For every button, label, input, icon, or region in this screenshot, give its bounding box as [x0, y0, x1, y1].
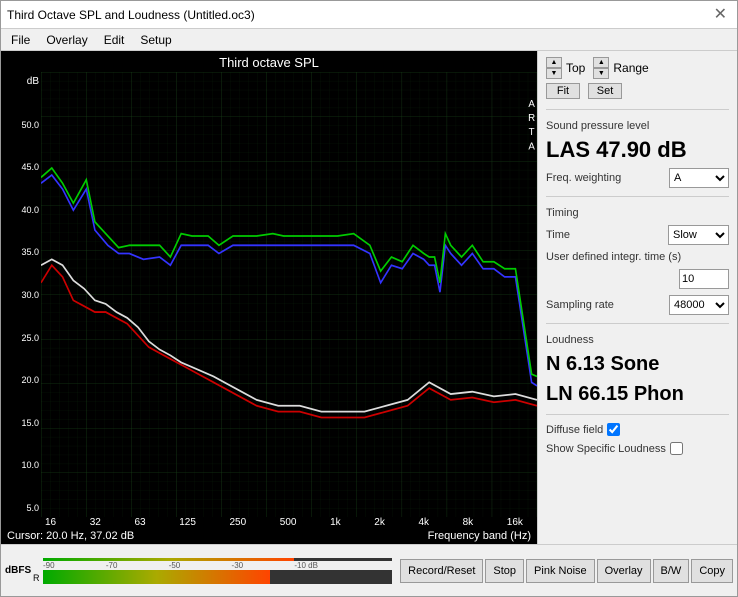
- r-meter: [43, 570, 392, 584]
- r-label: R: [33, 573, 43, 583]
- dbfs-section: dBFS L -90 -70 -50 -30 -10 dB: [1, 558, 396, 584]
- bottom-bar: dBFS L -90 -70 -50 -30 -10 dB: [1, 544, 737, 596]
- l-meter: [43, 558, 392, 562]
- time-label: Time: [546, 229, 570, 241]
- right-panel: ▲ ▼ Top ▲ ▼ Range Fit Set: [537, 51, 737, 544]
- top-up-btn[interactable]: ▲: [546, 57, 562, 68]
- overlay-button[interactable]: Overlay: [597, 559, 651, 583]
- range-control-group: ▲ ▼ Range: [593, 57, 648, 79]
- sampling-rate-label: Sampling rate: [546, 299, 614, 311]
- loudness-section-label: Loudness: [546, 334, 729, 346]
- close-button[interactable]: ✕: [710, 7, 731, 23]
- divider-2: [546, 196, 729, 197]
- record-reset-button[interactable]: Record/Reset: [400, 559, 483, 583]
- show-specific-loudness-label: Show Specific Loudness: [546, 443, 666, 455]
- top-range-controls: ▲ ▼ Top ▲ ▼ Range: [546, 57, 729, 79]
- menu-file[interactable]: File: [7, 32, 34, 48]
- range-spinner[interactable]: ▲ ▼: [593, 57, 609, 79]
- top-spinner[interactable]: ▲ ▼: [546, 57, 562, 79]
- pink-noise-button[interactable]: Pink Noise: [526, 559, 595, 583]
- stop-button[interactable]: Stop: [485, 559, 524, 583]
- chart-area: Third octave SPL dB 50.0 45.0 40.0 35.0 …: [1, 51, 537, 544]
- chart-svg: A R T A: [41, 72, 537, 517]
- svg-text:A: A: [528, 141, 535, 152]
- diffuse-field-checkbox[interactable]: [607, 423, 620, 436]
- menu-overlay[interactable]: Overlay: [42, 32, 91, 48]
- freq-weighting-select[interactable]: A B C Z: [669, 168, 729, 188]
- range-up-btn[interactable]: ▲: [593, 57, 609, 68]
- time-row: Time Fast Slow Impulse User: [546, 225, 729, 245]
- divider-3: [546, 323, 729, 324]
- svg-text:A: A: [528, 99, 535, 110]
- range-label: Range: [613, 61, 648, 75]
- main-window: Third Octave SPL and Loudness (Untitled.…: [0, 0, 738, 597]
- spl-value: LAS 47.90 dB: [546, 138, 729, 162]
- sampling-rate-row: Sampling rate 44100 48000 96000: [546, 295, 729, 315]
- l-meter-fill: [43, 558, 294, 562]
- show-specific-loudness-row: Show Specific Loudness: [546, 442, 729, 455]
- freq-band-label: Frequency band (Hz): [428, 530, 531, 542]
- window-title: Third Octave SPL and Loudness (Untitled.…: [7, 8, 255, 22]
- title-bar: Third Octave SPL and Loudness (Untitled.…: [1, 1, 737, 29]
- bw-button[interactable]: B/W: [653, 559, 690, 583]
- meter-ticks-row: -90 -70 -50 -30 -10 dB: [33, 561, 392, 570]
- divider-4: [546, 414, 729, 415]
- svg-text:T: T: [529, 127, 535, 138]
- diffuse-field-label: Diffuse field: [546, 424, 603, 436]
- top-down-btn[interactable]: ▼: [546, 68, 562, 79]
- menu-setup[interactable]: Setup: [136, 32, 175, 48]
- chart-footer: Cursor: 20.0 Hz, 37.02 dB Frequency band…: [1, 528, 537, 544]
- freq-weighting-row: Freq. weighting A B C Z: [546, 168, 729, 188]
- cursor-info: Cursor: 20.0 Hz, 37.02 dB: [7, 530, 134, 542]
- loudness-ln-value: LN 66.15 Phon: [546, 382, 729, 406]
- time-select[interactable]: Fast Slow Impulse User: [668, 225, 729, 245]
- set-button[interactable]: Set: [588, 83, 622, 99]
- loudness-n-value: N 6.13 Sone: [546, 352, 729, 376]
- dbfs-label: dBFS: [5, 565, 33, 576]
- timing-label: Timing: [546, 207, 729, 219]
- spl-section-label: Sound pressure level: [546, 120, 729, 132]
- sampling-rate-select[interactable]: 44100 48000 96000: [669, 295, 729, 315]
- l-meter-row: dBFS L -90 -70 -50 -30 -10 dB: [5, 560, 392, 582]
- freq-weighting-label: Freq. weighting: [546, 172, 621, 184]
- svg-text:R: R: [528, 113, 535, 124]
- x-axis-labels: 16 32 63 125 250 500 1k 2k 4k 8k 16k: [1, 517, 537, 528]
- top-label: Top: [566, 61, 585, 75]
- divider-1: [546, 109, 729, 110]
- show-specific-loudness-checkbox[interactable]: [670, 442, 683, 455]
- user-integr-label: User defined integr. time (s): [546, 251, 729, 263]
- user-integr-row: User defined integr. time (s): [546, 251, 729, 289]
- menu-edit[interactable]: Edit: [100, 32, 129, 48]
- l-label: L: [33, 558, 43, 559]
- range-down-btn[interactable]: ▼: [593, 68, 609, 79]
- diffuse-field-row: Diffuse field: [546, 423, 729, 436]
- user-integr-input[interactable]: [679, 269, 729, 289]
- chart-title: Third octave SPL: [1, 51, 537, 72]
- menu-bar: File Overlay Edit Setup: [1, 29, 737, 51]
- main-content: Third octave SPL dB 50.0 45.0 40.0 35.0 …: [1, 51, 737, 544]
- action-buttons: Record/Reset Stop Pink Noise Overlay B/W…: [396, 555, 737, 587]
- db-label: dB: [5, 76, 39, 87]
- r-meter-fill: [43, 570, 270, 584]
- copy-button[interactable]: Copy: [691, 559, 733, 583]
- top-control-group: ▲ ▼ Top: [546, 57, 585, 79]
- fit-button[interactable]: Fit: [546, 83, 580, 99]
- fit-set-controls: Fit Set: [546, 83, 729, 99]
